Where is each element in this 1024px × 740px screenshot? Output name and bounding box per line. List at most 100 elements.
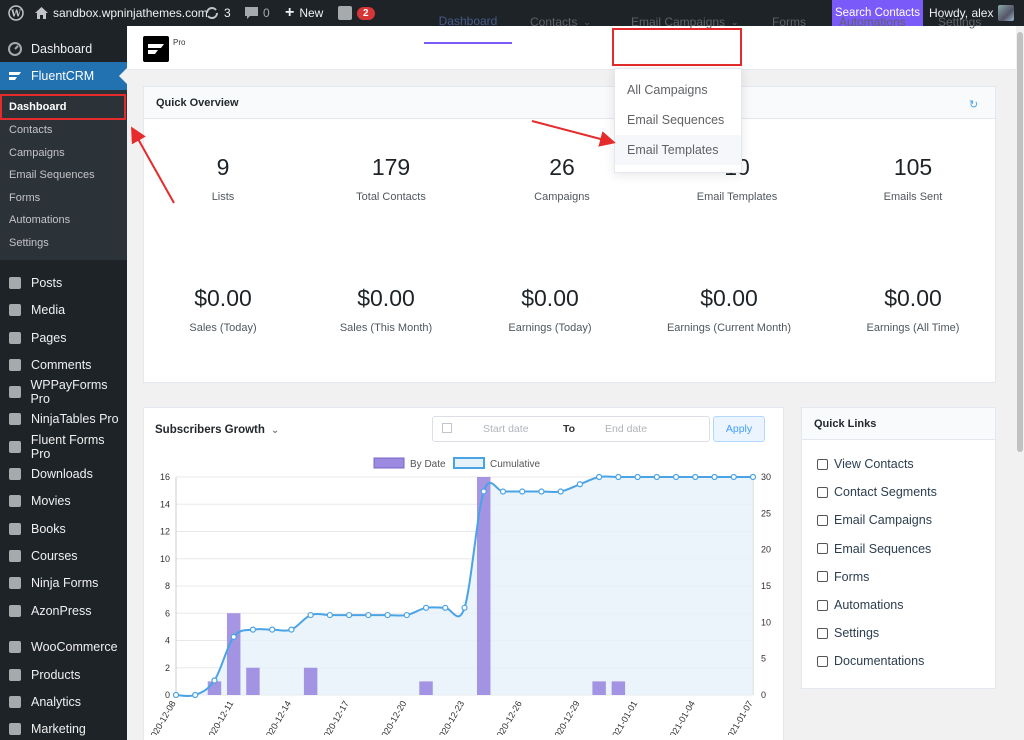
sidebar-item-pages[interactable]: Pages — [0, 324, 127, 351]
updates-link[interactable]: 3 — [205, 0, 231, 26]
tab-dashboard[interactable]: Dashboard — [424, 0, 512, 44]
menu-icon — [7, 302, 23, 318]
dropdown-item-email-sequences[interactable]: Email Sequences — [615, 105, 741, 135]
tab-automations[interactable]: Automations — [839, 0, 906, 44]
bar — [611, 681, 626, 695]
submenu-contacts[interactable]: Contacts — [9, 124, 52, 136]
end-date-input[interactable]: End date — [605, 423, 647, 435]
data-point — [307, 611, 314, 619]
y-left-tick-label: 12 — [160, 527, 170, 537]
chevron-down-icon: ⌄ — [270, 424, 280, 436]
sidebar-item-products[interactable]: Products — [0, 661, 127, 688]
stat-label: Emails Sent — [883, 191, 943, 203]
wordpress-logo-icon[interactable]: W — [8, 0, 24, 26]
data-point — [615, 473, 622, 481]
sidebar-item-movies[interactable]: Movies — [0, 487, 127, 514]
growth-title-dropdown[interactable]: Subscribers Growth ⌄ — [155, 424, 279, 436]
tab-contacts[interactable]: Contacts ⌄ — [530, 0, 591, 44]
sidebar-item-media[interactable]: Media — [0, 296, 127, 323]
submenu-settings[interactable]: Settings — [9, 237, 49, 249]
data-point — [192, 691, 199, 699]
quick-link-forms[interactable]: Forms — [817, 570, 869, 584]
fluentcrm-logo[interactable] — [143, 36, 169, 62]
sidebar-item-fluentcrm[interactable]: FluentCRM — [0, 62, 127, 90]
sidebar-item-comments[interactable]: Comments — [0, 351, 127, 378]
dropdown-item-all-campaigns[interactable]: All Campaigns — [615, 75, 741, 105]
sidebar-item-wppayforms-pro[interactable]: WPPayForms Pro — [0, 378, 127, 406]
submenu-email-sequences[interactable]: Email Sequences — [9, 169, 95, 181]
tab-label: Dashboard — [438, 14, 498, 28]
sidebar-item-marketing[interactable]: Marketing — [0, 715, 127, 740]
sidebar-item-woocommerce[interactable]: WooCommerce — [0, 633, 127, 660]
sidebar-item-books[interactable]: Books — [0, 515, 127, 542]
comment-icon — [245, 7, 258, 19]
y-right-tick-label: 15 — [761, 581, 771, 591]
y-left-tick-label: 0 — [165, 690, 170, 700]
yoast-seo-link[interactable]: 2 — [338, 0, 375, 26]
sidebar-item-courses[interactable]: Courses — [0, 542, 127, 569]
data-point — [230, 633, 237, 640]
sidebar-item-dashboard[interactable]: Dashboard — [0, 35, 127, 62]
sidebar-item-label: Dashboard — [31, 41, 93, 56]
apply-button[interactable]: Apply — [713, 416, 765, 442]
stat-value: $0.00 — [194, 285, 252, 311]
quick-link-automations[interactable]: Automations — [817, 598, 903, 612]
quick-link-contact-segments[interactable]: Contact Segments — [817, 485, 937, 499]
comments-link[interactable]: 0 — [245, 0, 270, 26]
legend-swatch-by-date — [373, 457, 405, 469]
quick-link-documentations[interactable]: Documentations — [817, 654, 924, 668]
data-point — [653, 473, 660, 481]
refresh-icon[interactable]: ↻ — [969, 98, 978, 111]
y-right-tick-label: 0 — [761, 690, 766, 700]
data-point — [672, 473, 680, 481]
dropdown-item-email-templates[interactable]: Email Templates — [615, 135, 741, 165]
x-tick-label: 2020-12-29 — [550, 699, 582, 735]
site-name-link[interactable]: sandbox.wpninjathemes.com — [35, 0, 208, 26]
new-content-link[interactable]: + New — [285, 0, 323, 26]
stat-earnings-today-: $0.00 Earnings (Today) — [460, 285, 640, 334]
stat-emails-sent: 105 Emails Sent — [823, 154, 1003, 203]
tab-settings[interactable]: Settings — [938, 0, 981, 44]
sidebar-item-downloads[interactable]: Downloads — [0, 460, 127, 487]
y-right-tick-label: 5 — [761, 654, 766, 664]
sidebar-item-label: Fluent Forms Pro — [30, 432, 105, 461]
home-icon — [35, 7, 48, 19]
stat-value: 179 — [371, 154, 411, 180]
stat-label: Campaigns — [534, 191, 590, 203]
quick-link-email-campaigns[interactable]: Email Campaigns — [817, 513, 932, 527]
data-point — [557, 488, 564, 495]
card-title: Subscribers Growth — [155, 424, 265, 436]
sidebar-item-analytics[interactable]: Analytics — [0, 688, 127, 715]
y-left-tick-label: 6 — [165, 608, 170, 618]
start-date-input[interactable]: Start date — [483, 423, 529, 435]
sidebar-item-fluent-forms-pro[interactable]: Fluent Forms Pro — [0, 432, 127, 461]
y-right-tick-label: 20 — [761, 545, 771, 555]
menu-icon — [7, 439, 23, 455]
stat-label: Lists — [211, 191, 235, 203]
sidebar-item-ninjatables-pro[interactable]: NinjaTables Pro — [0, 405, 127, 432]
scrollbar-thumb[interactable] — [1017, 32, 1023, 452]
date-range-picker[interactable]: Start date To End date — [432, 416, 710, 442]
tab-forms[interactable]: Forms — [772, 0, 806, 44]
quick-link-label: Contact Segments — [834, 485, 937, 500]
submenu-automations[interactable]: Automations — [9, 214, 70, 226]
sidebar-item-posts[interactable]: Posts — [0, 269, 127, 296]
x-tick-label: 2020-12-20 — [377, 699, 409, 735]
submenu-campaigns[interactable]: Campaigns — [9, 147, 65, 159]
menu-icon — [7, 721, 23, 737]
quick-link-label: Settings — [834, 626, 880, 641]
quick-link-settings[interactable]: Settings — [817, 626, 879, 640]
sidebar-item-azonpress[interactable]: AzonPress — [0, 597, 127, 624]
y-left-tick-label: 8 — [165, 581, 170, 591]
sidebar-item-ninja-forms[interactable]: Ninja Forms — [0, 569, 127, 596]
quick-link-email-sequences[interactable]: Email Sequences — [817, 542, 931, 556]
submenu-forms[interactable]: Forms — [9, 192, 40, 204]
x-tick-label: 2020-12-08 — [146, 699, 178, 735]
quick-link-view-contacts[interactable]: View Contacts — [817, 457, 914, 471]
data-point — [711, 473, 718, 481]
chevron-down-icon: ⌄ — [583, 16, 591, 27]
y-left-tick-label: 4 — [165, 636, 170, 646]
x-tick-label: 2020-12-17 — [319, 699, 351, 735]
pro-label: Pro — [173, 38, 186, 47]
highlight-box — [0, 94, 126, 120]
